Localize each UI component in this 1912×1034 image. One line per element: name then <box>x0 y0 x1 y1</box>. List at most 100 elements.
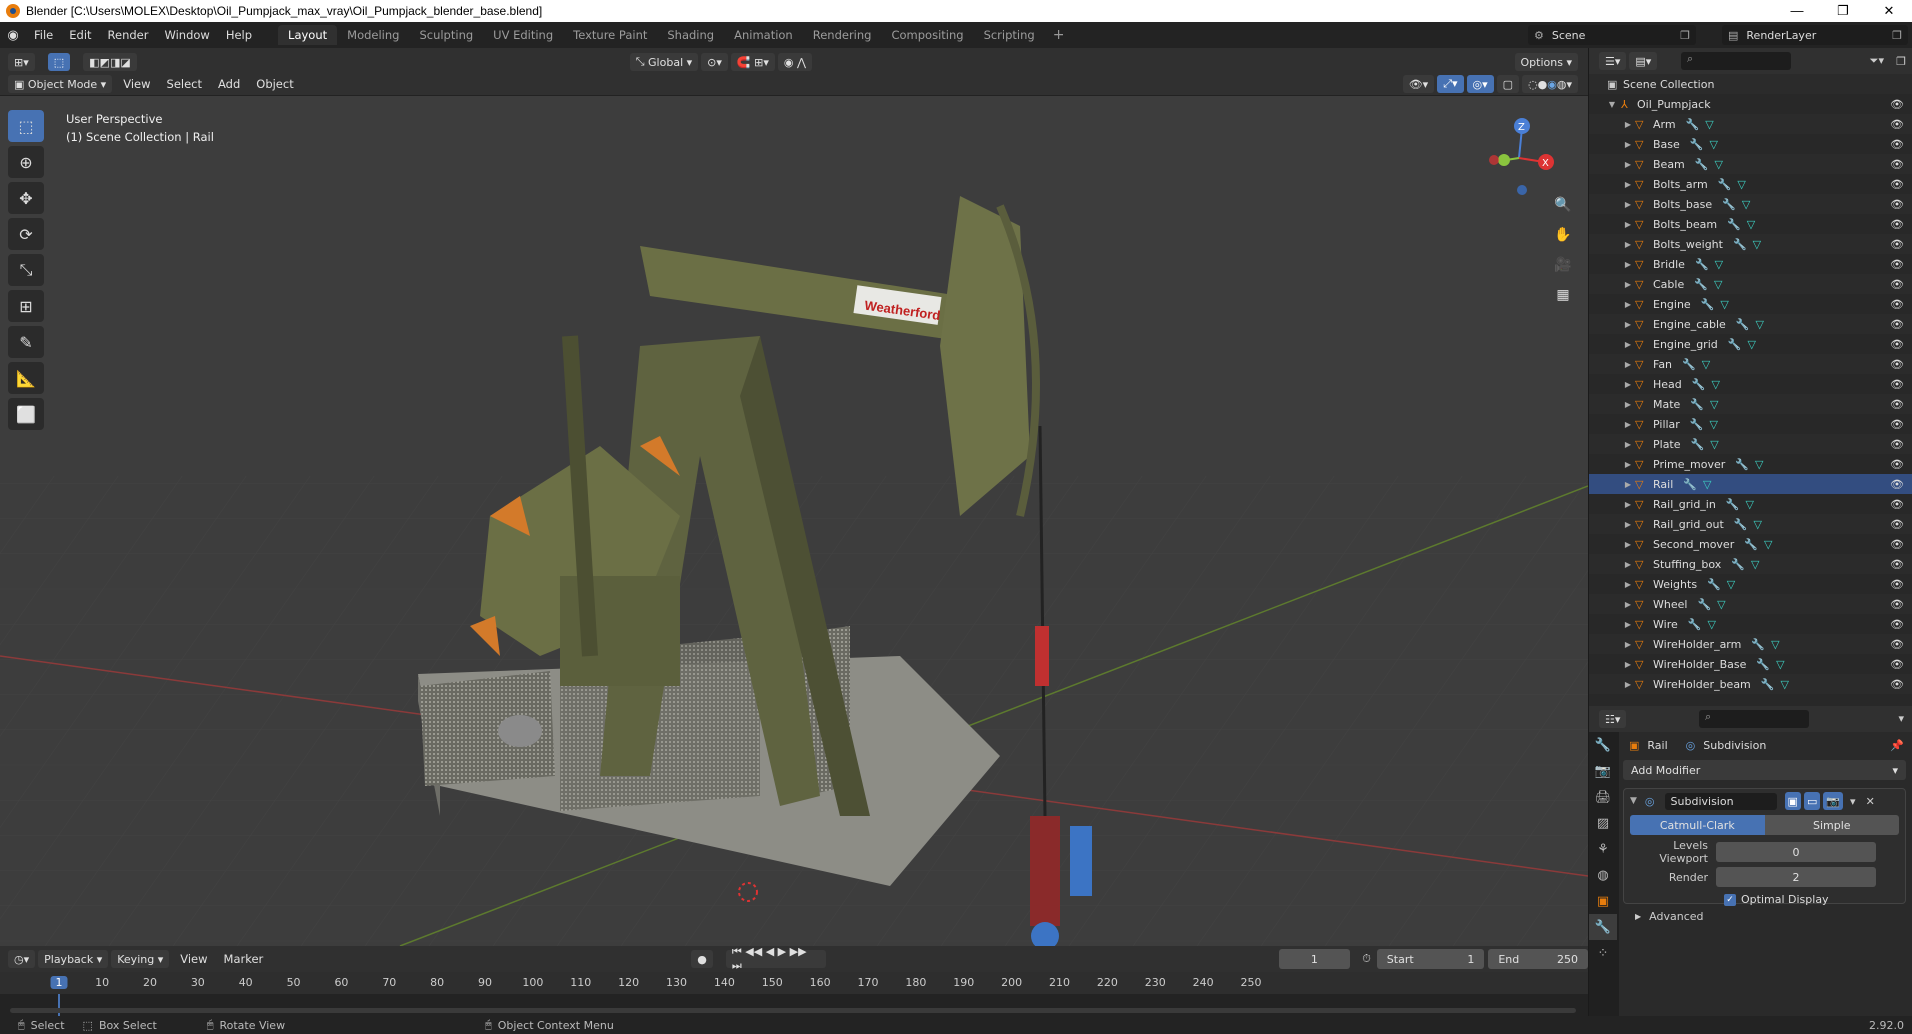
expand-icon[interactable]: ▶ <box>1621 280 1635 289</box>
modifier-wrench-icon[interactable]: 🔧 <box>1690 398 1704 411</box>
outliner-object-row[interactable]: ▶ ▽ Engine 🔧 ▽ 👁 <box>1589 294 1912 314</box>
visibility-eye-icon[interactable]: 👁 <box>1890 318 1904 331</box>
modifier-wrench-icon[interactable]: 🔧 <box>1727 218 1741 231</box>
tool-tab-icon[interactable]: 🔧 <box>1589 732 1617 758</box>
add-workspace-icon[interactable]: + <box>1045 27 1073 43</box>
remove-modifier-icon[interactable]: ✕ <box>1866 795 1875 808</box>
select-box-icon[interactable]: ⬚ <box>8 110 44 142</box>
menu-render[interactable]: Render <box>100 28 157 42</box>
3d-viewport[interactable]: Weatherford ⬚ ⊕ ✥ ⟳ ⤡ ⊞ ✎ 📐 ⬜ User Persp… <box>0 96 1588 946</box>
modifier-wrench-icon[interactable]: 🔧 <box>1697 598 1711 611</box>
modifier-wrench-icon[interactable]: 🔧 <box>1695 258 1709 271</box>
mesh-data-icon[interactable]: ▽ <box>1711 378 1719 391</box>
expand-icon[interactable]: ▶ <box>1621 640 1635 649</box>
view-layer-tab-icon[interactable]: ▨ <box>1589 810 1617 836</box>
tab-sculpting[interactable]: Sculpting <box>409 25 483 45</box>
display-mode-icon[interactable]: ▤▾ <box>1629 52 1658 70</box>
transform-orientation[interactable]: ⤡ Global ▾ <box>629 53 699 71</box>
timeline-view-menu[interactable]: View <box>172 952 215 966</box>
editor-type-icon[interactable]: ⊞▾ <box>8 53 35 71</box>
tab-modeling[interactable]: Modeling <box>337 25 409 45</box>
outliner-editor-icon[interactable]: ☰▾ <box>1599 52 1627 70</box>
collapse-icon[interactable]: ▼ <box>1630 796 1637 806</box>
outliner-object-row[interactable]: ▶ ▽ Weights 🔧 ▽ 👁 <box>1589 574 1912 594</box>
timeline-editor-icon[interactable]: ◷▾ <box>8 950 36 968</box>
outliner-object-row[interactable]: ▶ ▽ Second_mover 🔧 ▽ 👁 <box>1589 534 1912 554</box>
visibility-eye-icon[interactable]: 👁 <box>1890 498 1904 511</box>
collection-row[interactable]: ▼ ⅄ Oil_Pumpjack 👁 <box>1589 94 1912 114</box>
modifier-wrench-icon[interactable]: 🔧 <box>1722 198 1736 211</box>
outliner-object-row[interactable]: ▶ ▽ Prime_mover 🔧 ▽ 👁 <box>1589 454 1912 474</box>
keying-menu[interactable]: Keying ▾ <box>111 950 170 968</box>
proportional-edit-icon[interactable]: ◉ ⋀ <box>777 53 812 71</box>
modifier-tab-icon[interactable]: 🔧 <box>1589 914 1617 940</box>
visibility-eye-icon[interactable]: 👁 <box>1890 158 1904 171</box>
modifier-wrench-icon[interactable]: 🔧 <box>1694 278 1708 291</box>
modifier-menu-icon[interactable]: ▾ <box>1850 795 1856 808</box>
expand-icon[interactable]: ▼ <box>1605 100 1619 109</box>
navigation-gizmo[interactable]: Z X <box>1464 108 1574 198</box>
modifier-wrench-icon[interactable]: 🔧 <box>1688 618 1702 631</box>
clock-icon[interactable]: ⏱ <box>1362 952 1371 966</box>
modifier-wrench-icon[interactable]: 🔧 <box>1735 458 1749 471</box>
pan-hand-icon[interactable]: ✋ <box>1550 222 1576 248</box>
visibility-eye-icon[interactable]: 👁 <box>1890 658 1904 671</box>
playback-menu[interactable]: Playback ▾ <box>38 950 109 968</box>
visibility-eye-icon[interactable]: 👁 <box>1890 398 1904 411</box>
blender-menu-icon[interactable]: ◉ <box>0 28 26 43</box>
mesh-data-icon[interactable]: ▽ <box>1714 158 1722 171</box>
mesh-data-icon[interactable]: ▽ <box>1710 418 1718 431</box>
gizmo-toggle-icon[interactable]: ⤢▾ <box>1437 75 1464 93</box>
outliner-object-row[interactable]: ▶ ▽ Bridle 🔧 ▽ 👁 <box>1589 254 1912 274</box>
visibility-eye-icon[interactable]: 👁 <box>1890 218 1904 231</box>
render-layer-selector[interactable]: ▤ RenderLayer ❐ <box>1722 25 1908 45</box>
pivot-icon[interactable]: ⊙▾ <box>701 53 728 71</box>
outliner-object-row[interactable]: ▶ ▽ WireHolder_Base 🔧 ▽ 👁 <box>1589 654 1912 674</box>
modifier-wrench-icon[interactable]: 🔧 <box>1718 178 1732 191</box>
visibility-eye-icon[interactable]: 👁 <box>1890 258 1904 271</box>
outliner-object-row[interactable]: ▶ ▽ WireHolder_arm 🔧 ▽ 👁 <box>1589 634 1912 654</box>
expand-icon[interactable]: ▶ <box>1621 580 1635 589</box>
menu-window[interactable]: Window <box>156 28 217 42</box>
outliner-object-row[interactable]: ▶ ▽ Wheel 🔧 ▽ 👁 <box>1589 594 1912 614</box>
new-scene-icon[interactable]: ❐ <box>1680 29 1690 42</box>
outliner-object-row[interactable]: ▶ ▽ Mate 🔧 ▽ 👁 <box>1589 394 1912 414</box>
properties-editor-icon[interactable]: ☷▾ <box>1599 710 1627 728</box>
close-button[interactable]: ✕ <box>1866 3 1912 19</box>
modifier-wrench-icon[interactable]: 🔧 <box>1744 538 1758 551</box>
record-icon[interactable]: ● <box>691 950 713 968</box>
mesh-data-icon[interactable]: ▽ <box>1746 498 1754 511</box>
snap-icon[interactable]: 🧲 ⊞▾ <box>730 53 775 71</box>
menu-view[interactable]: View <box>115 77 158 91</box>
mesh-data-icon[interactable]: ▽ <box>1710 398 1718 411</box>
outliner-object-row[interactable]: ▶ ▽ Bolts_base 🔧 ▽ 👁 <box>1589 194 1912 214</box>
grid-view-icon[interactable]: ▦ <box>1550 282 1576 308</box>
camera-icon[interactable]: 🎥 <box>1550 252 1576 278</box>
new-layer-icon[interactable]: ❐ <box>1892 29 1902 42</box>
expand-icon[interactable]: ▶ <box>1621 260 1635 269</box>
modifier-wrench-icon[interactable]: 🔧 <box>1761 678 1775 691</box>
mesh-data-icon[interactable]: ▽ <box>1710 438 1718 451</box>
visibility-eye-icon[interactable]: 👁 <box>1890 518 1904 531</box>
visibility-eye-icon[interactable]: 👁 <box>1890 378 1904 391</box>
expand-icon[interactable]: ▶ <box>1621 160 1635 169</box>
expand-icon[interactable]: ▶ <box>1621 600 1635 609</box>
visibility-eye-icon[interactable]: 👁 <box>1890 438 1904 451</box>
modifier-wrench-icon[interactable]: 🔧 <box>1731 558 1745 571</box>
object-tab-icon[interactable]: ▣ <box>1589 888 1617 914</box>
output-tab-icon[interactable]: 🖨 <box>1589 784 1617 810</box>
mesh-data-icon[interactable]: ▽ <box>1755 458 1763 471</box>
outliner-search-input[interactable]: ⌕ <box>1681 52 1791 70</box>
mesh-data-icon[interactable]: ▽ <box>1717 598 1725 611</box>
tab-compositing[interactable]: Compositing <box>881 25 973 45</box>
visibility-eye-icon[interactable]: 👁 <box>1890 278 1904 291</box>
visibility-eye-icon[interactable]: 👁 <box>1890 558 1904 571</box>
expand-icon[interactable]: ▶ <box>1621 440 1635 449</box>
mesh-data-icon[interactable]: ▽ <box>1715 258 1723 271</box>
visibility-eye-icon[interactable]: 👁 <box>1890 638 1904 651</box>
outliner-object-row[interactable]: ▶ ▽ Bolts_arm 🔧 ▽ 👁 <box>1589 174 1912 194</box>
maximize-button[interactable]: ❐ <box>1820 3 1866 19</box>
tab-texture-paint[interactable]: Texture Paint <box>563 25 657 45</box>
outliner-object-row[interactable]: ▶ ▽ Wire 🔧 ▽ 👁 <box>1589 614 1912 634</box>
timeline-ruler[interactable]: 1 10 20 30 40 50 60 70 80 90 100 110 120 130 140 150 16… <box>0 972 1588 994</box>
